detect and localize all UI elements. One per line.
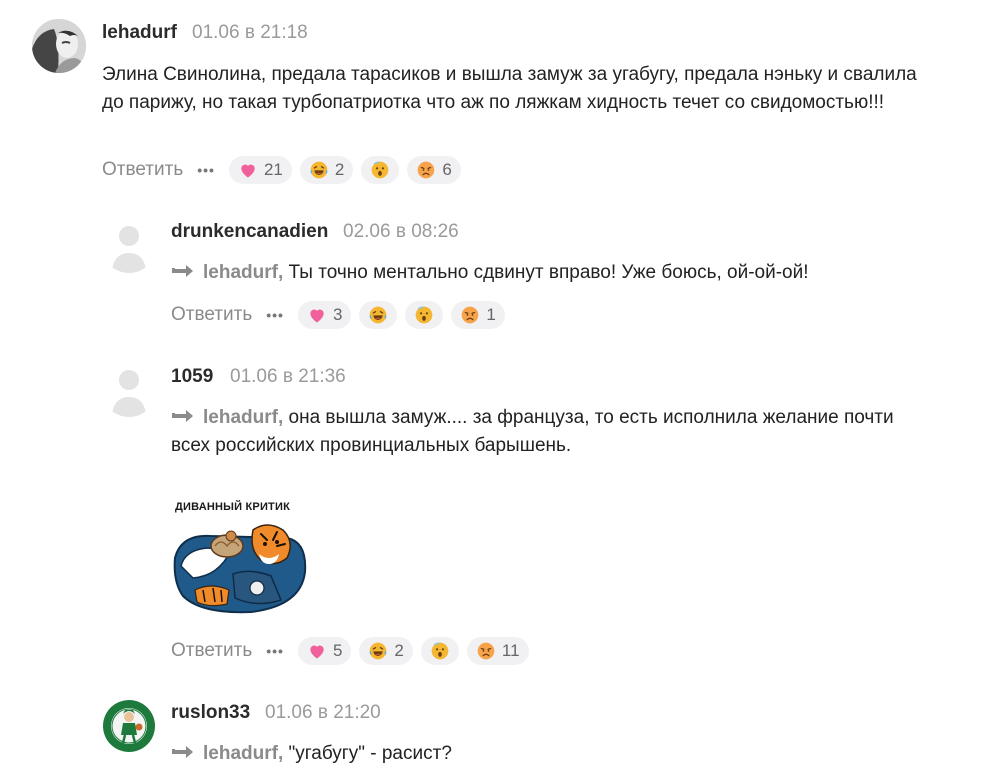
reply-to-name[interactable]: lehadurf, bbox=[203, 743, 283, 764]
avatar[interactable] bbox=[102, 363, 156, 417]
sofa-critic-tiger-icon bbox=[173, 524, 307, 614]
comment-time[interactable]: 01.06 в 21:36 bbox=[230, 366, 346, 388]
reply-to-name[interactable]: lehadurf, bbox=[203, 407, 283, 428]
reaction-count: 3 bbox=[332, 305, 343, 324]
more-dots-icon[interactable]: ••• bbox=[266, 307, 284, 323]
reply-to-name[interactable]: lehadurf, bbox=[203, 262, 283, 283]
reaction-laugh[interactable] bbox=[359, 301, 398, 329]
avatar[interactable] bbox=[32, 19, 86, 73]
default-avatar-icon bbox=[102, 219, 156, 273]
reaction-sad[interactable]: 1 bbox=[451, 301, 505, 329]
reply-arrow-icon bbox=[171, 265, 195, 281]
comment-author[interactable]: ruslon33 bbox=[171, 702, 250, 724]
reaction-count: 21 bbox=[263, 160, 283, 179]
comment-text: lehadurf, Ты точно ментально сдвинут впр… bbox=[171, 259, 961, 287]
comment-text: lehadurf, она вышла замуж.... за француз… bbox=[171, 404, 971, 459]
comment-author[interactable]: 1059 bbox=[171, 366, 213, 388]
heart-icon bbox=[307, 641, 327, 661]
comment-body: Ты точно ментально сдвинут вправо! Уже б… bbox=[288, 262, 809, 283]
more-dots-icon[interactable]: ••• bbox=[266, 643, 284, 659]
sad-emoji-icon bbox=[460, 305, 480, 325]
reply-arrow-icon bbox=[171, 746, 195, 762]
reaction-sad[interactable]: 11 bbox=[466, 637, 529, 665]
reaction-count: 2 bbox=[394, 641, 404, 660]
more-dots-icon[interactable]: ••• bbox=[197, 162, 215, 178]
reaction-laugh[interactable]: 2 bbox=[359, 637, 413, 665]
comment-time[interactable]: 01.06 в 21:18 bbox=[192, 22, 308, 44]
shock-emoji-icon bbox=[430, 641, 450, 661]
reaction-shock[interactable] bbox=[405, 301, 444, 329]
sticker-image[interactable]: ДИВАННЫЙ КРИТИК bbox=[171, 498, 311, 618]
reaction-count: 1 bbox=[486, 305, 496, 324]
comment-line: всех российских провинциальных барышень. bbox=[171, 434, 572, 456]
sad-emoji-icon bbox=[416, 160, 436, 180]
reaction-heart[interactable]: 5 bbox=[297, 637, 352, 665]
laugh-emoji-icon bbox=[368, 641, 388, 661]
avatar[interactable] bbox=[102, 219, 156, 273]
comment-body: "угабугу" - расист? bbox=[288, 743, 452, 764]
reaction-count: 11 bbox=[501, 641, 520, 660]
comment-text: Элина Свинолина, предала тарасиков и выш… bbox=[102, 64, 917, 113]
laugh-emoji-icon bbox=[368, 305, 388, 325]
reaction-count: 2 bbox=[334, 160, 345, 179]
reply-arrow-icon bbox=[171, 410, 195, 426]
comment-actions: Ответить ••• 5 2 11 bbox=[171, 636, 537, 666]
reaction-heart[interactable]: 21 bbox=[228, 156, 292, 184]
comment-author[interactable]: lehadurf bbox=[102, 22, 177, 44]
comment-time[interactable]: 02.06 в 08:26 bbox=[343, 221, 459, 243]
default-avatar-icon bbox=[102, 363, 156, 417]
comment-author[interactable]: drunkencanadien bbox=[171, 221, 328, 243]
comment-actions: Ответить ••• 21 2 6 bbox=[102, 155, 469, 185]
reaction-shock[interactable] bbox=[361, 156, 400, 184]
reaction-shock[interactable] bbox=[420, 637, 459, 665]
comment-body: она вышла замуж.... за француза, то есть… bbox=[288, 407, 894, 428]
heart-icon bbox=[307, 305, 327, 325]
avatar[interactable] bbox=[102, 699, 156, 753]
sticker-caption: ДИВАННЫЙ КРИТИК bbox=[175, 501, 290, 513]
comment-text: lehadurf, "угабугу" - расист? bbox=[171, 740, 971, 768]
avatar-photo-icon bbox=[32, 19, 86, 73]
heart-icon bbox=[238, 160, 258, 180]
comment-time[interactable]: 01.06 в 21:20 bbox=[265, 702, 381, 724]
reaction-count: 5 bbox=[332, 641, 343, 660]
reply-button[interactable]: Ответить bbox=[102, 159, 183, 181]
celtics-logo-icon bbox=[103, 700, 155, 752]
comment-line: lehadurf, она вышла замуж.... за француз… bbox=[171, 404, 971, 432]
sad-emoji-icon bbox=[476, 641, 496, 661]
comment-actions: Ответить ••• 3 1 bbox=[171, 300, 513, 330]
reply-button[interactable]: Ответить bbox=[171, 304, 252, 326]
reaction-heart[interactable]: 3 bbox=[297, 301, 352, 329]
reaction-count: 6 bbox=[442, 160, 452, 179]
reaction-sad[interactable]: 6 bbox=[407, 156, 461, 184]
shock-emoji-icon bbox=[370, 160, 390, 180]
laugh-emoji-icon bbox=[309, 160, 329, 180]
shock-emoji-icon bbox=[414, 305, 434, 325]
reaction-laugh[interactable]: 2 bbox=[299, 156, 354, 184]
reply-button[interactable]: Ответить bbox=[171, 640, 252, 662]
